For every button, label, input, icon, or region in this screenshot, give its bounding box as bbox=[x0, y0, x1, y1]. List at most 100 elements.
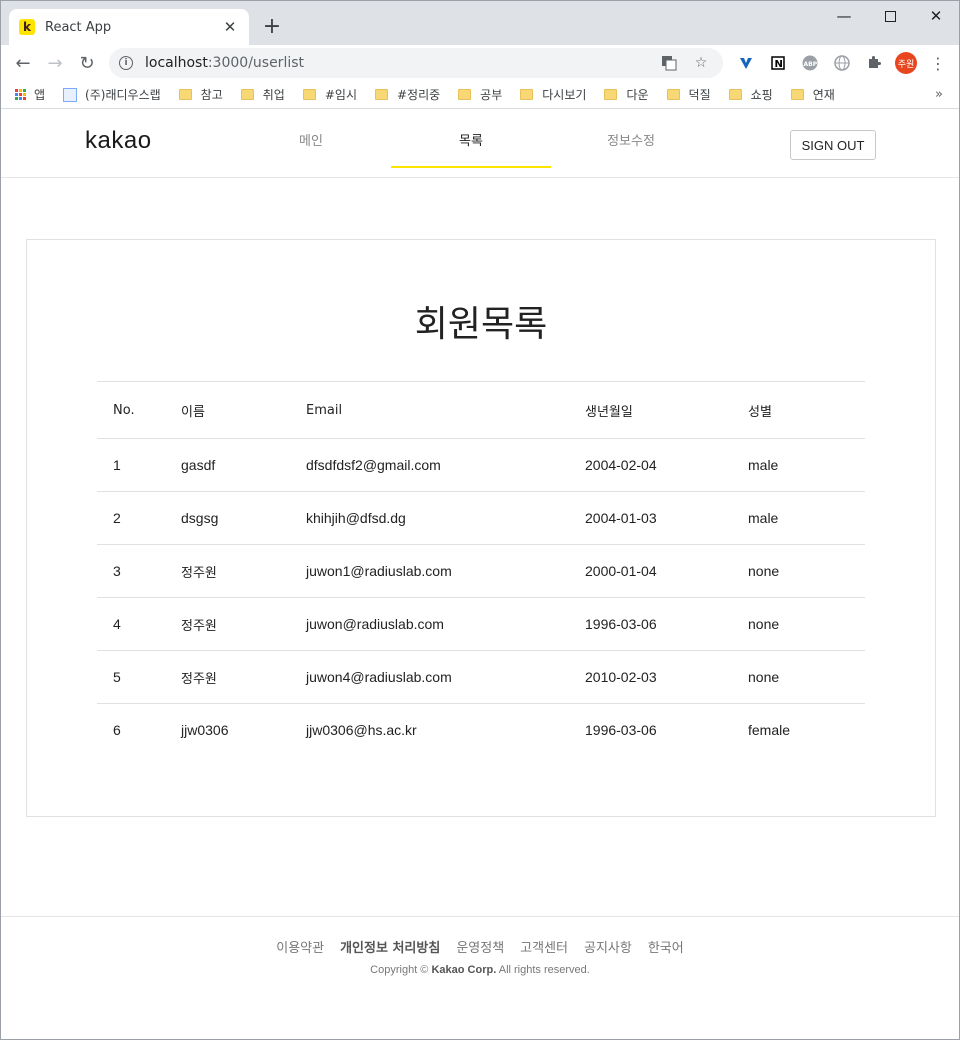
bookmark-folder[interactable]: 다시보기 bbox=[520, 86, 586, 103]
folder-icon bbox=[604, 89, 618, 100]
column-header-no: No. bbox=[97, 381, 181, 439]
bookmark-folder[interactable]: 연재 bbox=[790, 86, 835, 103]
close-tab-icon[interactable]: ✕ bbox=[221, 18, 239, 36]
bookmark-label: 공부 bbox=[480, 88, 503, 102]
bookmark-folder[interactable]: 공부 bbox=[458, 86, 502, 103]
cell-birthdate: 2004-02-04 bbox=[585, 438, 748, 492]
info-icon[interactable]: i bbox=[119, 56, 133, 70]
page: kakao 메인 목록 정보수정 SIGN OUT 회원목록 No. 이름 Em… bbox=[1, 110, 959, 1039]
bookmark-label: #정리중 bbox=[396, 88, 441, 102]
forward-icon[interactable]: → bbox=[39, 47, 71, 79]
folder-icon bbox=[178, 89, 192, 100]
bookmark-folder[interactable]: 참고 bbox=[178, 86, 223, 103]
cell-email: juwon1@radiuslab.com bbox=[306, 544, 585, 598]
table-row: 4 정주원 juwon@radiuslab.com 1996-03-06 non… bbox=[97, 597, 865, 651]
cell-birthdate: 1996-03-06 bbox=[585, 597, 748, 651]
apps-grid-icon bbox=[15, 89, 26, 100]
nav-edit-info[interactable]: 정보수정 bbox=[551, 110, 711, 168]
kakao-favicon-icon: k bbox=[19, 19, 35, 35]
column-header-name: 이름 bbox=[181, 381, 306, 439]
sign-out-button[interactable]: SIGN OUT bbox=[790, 130, 876, 160]
footer-link-support[interactable]: 고객센터 bbox=[520, 937, 568, 956]
menu-kebab-icon[interactable]: ⋮ bbox=[926, 51, 950, 75]
bookmark-folder[interactable]: #임시 bbox=[302, 86, 357, 103]
browser-tab[interactable]: k React App ✕ bbox=[9, 9, 249, 45]
nav-list[interactable]: 목록 bbox=[391, 110, 551, 168]
new-tab-icon[interactable]: + bbox=[259, 13, 285, 39]
profile-label: 주원 bbox=[895, 52, 917, 74]
cell-gender: male bbox=[748, 438, 865, 492]
folder-icon bbox=[302, 89, 316, 100]
cell-name: 정주원 bbox=[181, 597, 306, 651]
address-bar[interactable]: i localhost:3000/userlist ☆ bbox=[109, 48, 723, 78]
cell-email: khihjih@dfsd.dg bbox=[306, 491, 585, 545]
bookmark-star-icon[interactable]: ☆ bbox=[689, 51, 713, 75]
cell-name: gasdf bbox=[181, 438, 306, 492]
adblock-extension-icon[interactable]: ABP bbox=[798, 51, 822, 75]
nav-main[interactable]: 메인 bbox=[231, 110, 391, 168]
footer-link-notice[interactable]: 공지사항 bbox=[584, 937, 632, 956]
svg-text:ABP: ABP bbox=[804, 61, 818, 68]
cell-gender: none bbox=[748, 597, 865, 651]
member-list-card: 회원목록 No. 이름 Email 생년월일 성별 1 gasdf dfsdfd… bbox=[26, 239, 936, 817]
reload-icon[interactable]: ↻ bbox=[71, 47, 103, 79]
bookmark-label: 쇼핑 bbox=[750, 88, 773, 102]
cell-gender: female bbox=[748, 722, 791, 739]
table-row: 5 정주원 juwon4@radiuslab.com 2010-02-03 no… bbox=[97, 650, 865, 704]
cell-gender: none bbox=[748, 544, 865, 598]
cell-no: 5 bbox=[97, 650, 181, 704]
footer-link-language[interactable]: 한국어 bbox=[648, 937, 684, 956]
url-host: localhost bbox=[145, 55, 208, 71]
cell-no: 6 bbox=[113, 722, 121, 739]
cell-no: 4 bbox=[97, 597, 181, 651]
minimize-icon[interactable]: — bbox=[821, 1, 867, 31]
footer-link-policy[interactable]: 운영정책 bbox=[456, 937, 504, 956]
table-row: 3 정주원 juwon1@radiuslab.com 2000-01-04 no… bbox=[97, 544, 865, 598]
url-text: localhost:3000/userlist bbox=[145, 55, 649, 71]
bookmark-radiuslab[interactable]: (주)래디우스랩 bbox=[63, 86, 161, 103]
site-footer: 이용약관 개인정보 처리방침 운영정책 고객센터 공지사항 한국어 Copyri… bbox=[1, 916, 959, 1039]
bookmark-folder[interactable]: 덕질 bbox=[666, 86, 711, 103]
cell-name: 정주원 bbox=[181, 650, 306, 704]
vpn-extension-icon[interactable] bbox=[734, 51, 758, 75]
copyright-prefix: Copyright © bbox=[370, 964, 429, 976]
bookmark-folder[interactable]: 취업 bbox=[240, 86, 285, 103]
folder-icon bbox=[520, 89, 534, 100]
browser-window: k React App ✕ + — ✕ ← → ↻ i localhost:30… bbox=[0, 0, 960, 1040]
cell-name: dsgsg bbox=[181, 491, 306, 545]
cell-email: dfsdfdsf2@gmail.com bbox=[306, 438, 585, 492]
bookmark-folder[interactable]: #정리중 bbox=[374, 86, 441, 103]
cell-birthdate: 2000-01-04 bbox=[585, 544, 748, 598]
kakao-logo[interactable]: kakao bbox=[85, 127, 152, 155]
globe-extension-icon[interactable] bbox=[830, 51, 854, 75]
cell-email: juwon@radiuslab.com bbox=[306, 597, 585, 651]
bookmark-label: 참고 bbox=[200, 88, 223, 102]
back-icon[interactable]: ← bbox=[7, 47, 39, 79]
table-header-row: No. 이름 Email 생년월일 성별 bbox=[97, 381, 865, 439]
svg-text:N: N bbox=[775, 59, 783, 70]
bookmark-label: 덕질 bbox=[688, 88, 711, 102]
profile-avatar[interactable]: 주원 bbox=[894, 51, 918, 75]
cell-birthdate: 1996-03-06 bbox=[585, 722, 657, 739]
site-header: kakao 메인 목록 정보수정 SIGN OUT bbox=[1, 110, 959, 178]
bookmark-label: #임시 bbox=[324, 88, 357, 102]
cell-email: jjw0306@hs.ac.kr bbox=[306, 722, 417, 739]
cell-name: jjw0306 bbox=[181, 722, 229, 739]
bookmark-folder[interactable]: 다운 bbox=[604, 86, 649, 103]
browser-toolbar: ← → ↻ i localhost:3000/userlist ☆ N ABP … bbox=[1, 45, 959, 81]
close-window-icon[interactable]: ✕ bbox=[913, 1, 959, 31]
cell-birthdate: 2010-02-03 bbox=[585, 650, 748, 704]
translate-icon[interactable] bbox=[657, 51, 681, 75]
footer-link-privacy[interactable]: 개인정보 처리방침 bbox=[340, 937, 440, 956]
maximize-icon[interactable] bbox=[867, 1, 913, 31]
table-row: 1 gasdf dfsdfdsf2@gmail.com 2004-02-04 m… bbox=[97, 438, 865, 492]
bookmark-folder[interactable]: 쇼핑 bbox=[728, 86, 773, 103]
extensions-puzzle-icon[interactable] bbox=[862, 51, 886, 75]
notion-extension-icon[interactable]: N bbox=[766, 51, 790, 75]
member-table: No. 이름 Email 생년월일 성별 1 gasdf dfsdfdsf2@g… bbox=[97, 381, 865, 757]
bookmark-apps[interactable]: 앱 bbox=[15, 86, 45, 103]
cell-name: 정주원 bbox=[181, 544, 306, 598]
bookmark-label: 다운 bbox=[626, 88, 649, 102]
more-bookmarks-icon[interactable]: » bbox=[935, 87, 943, 102]
footer-link-terms[interactable]: 이용약관 bbox=[276, 937, 324, 956]
